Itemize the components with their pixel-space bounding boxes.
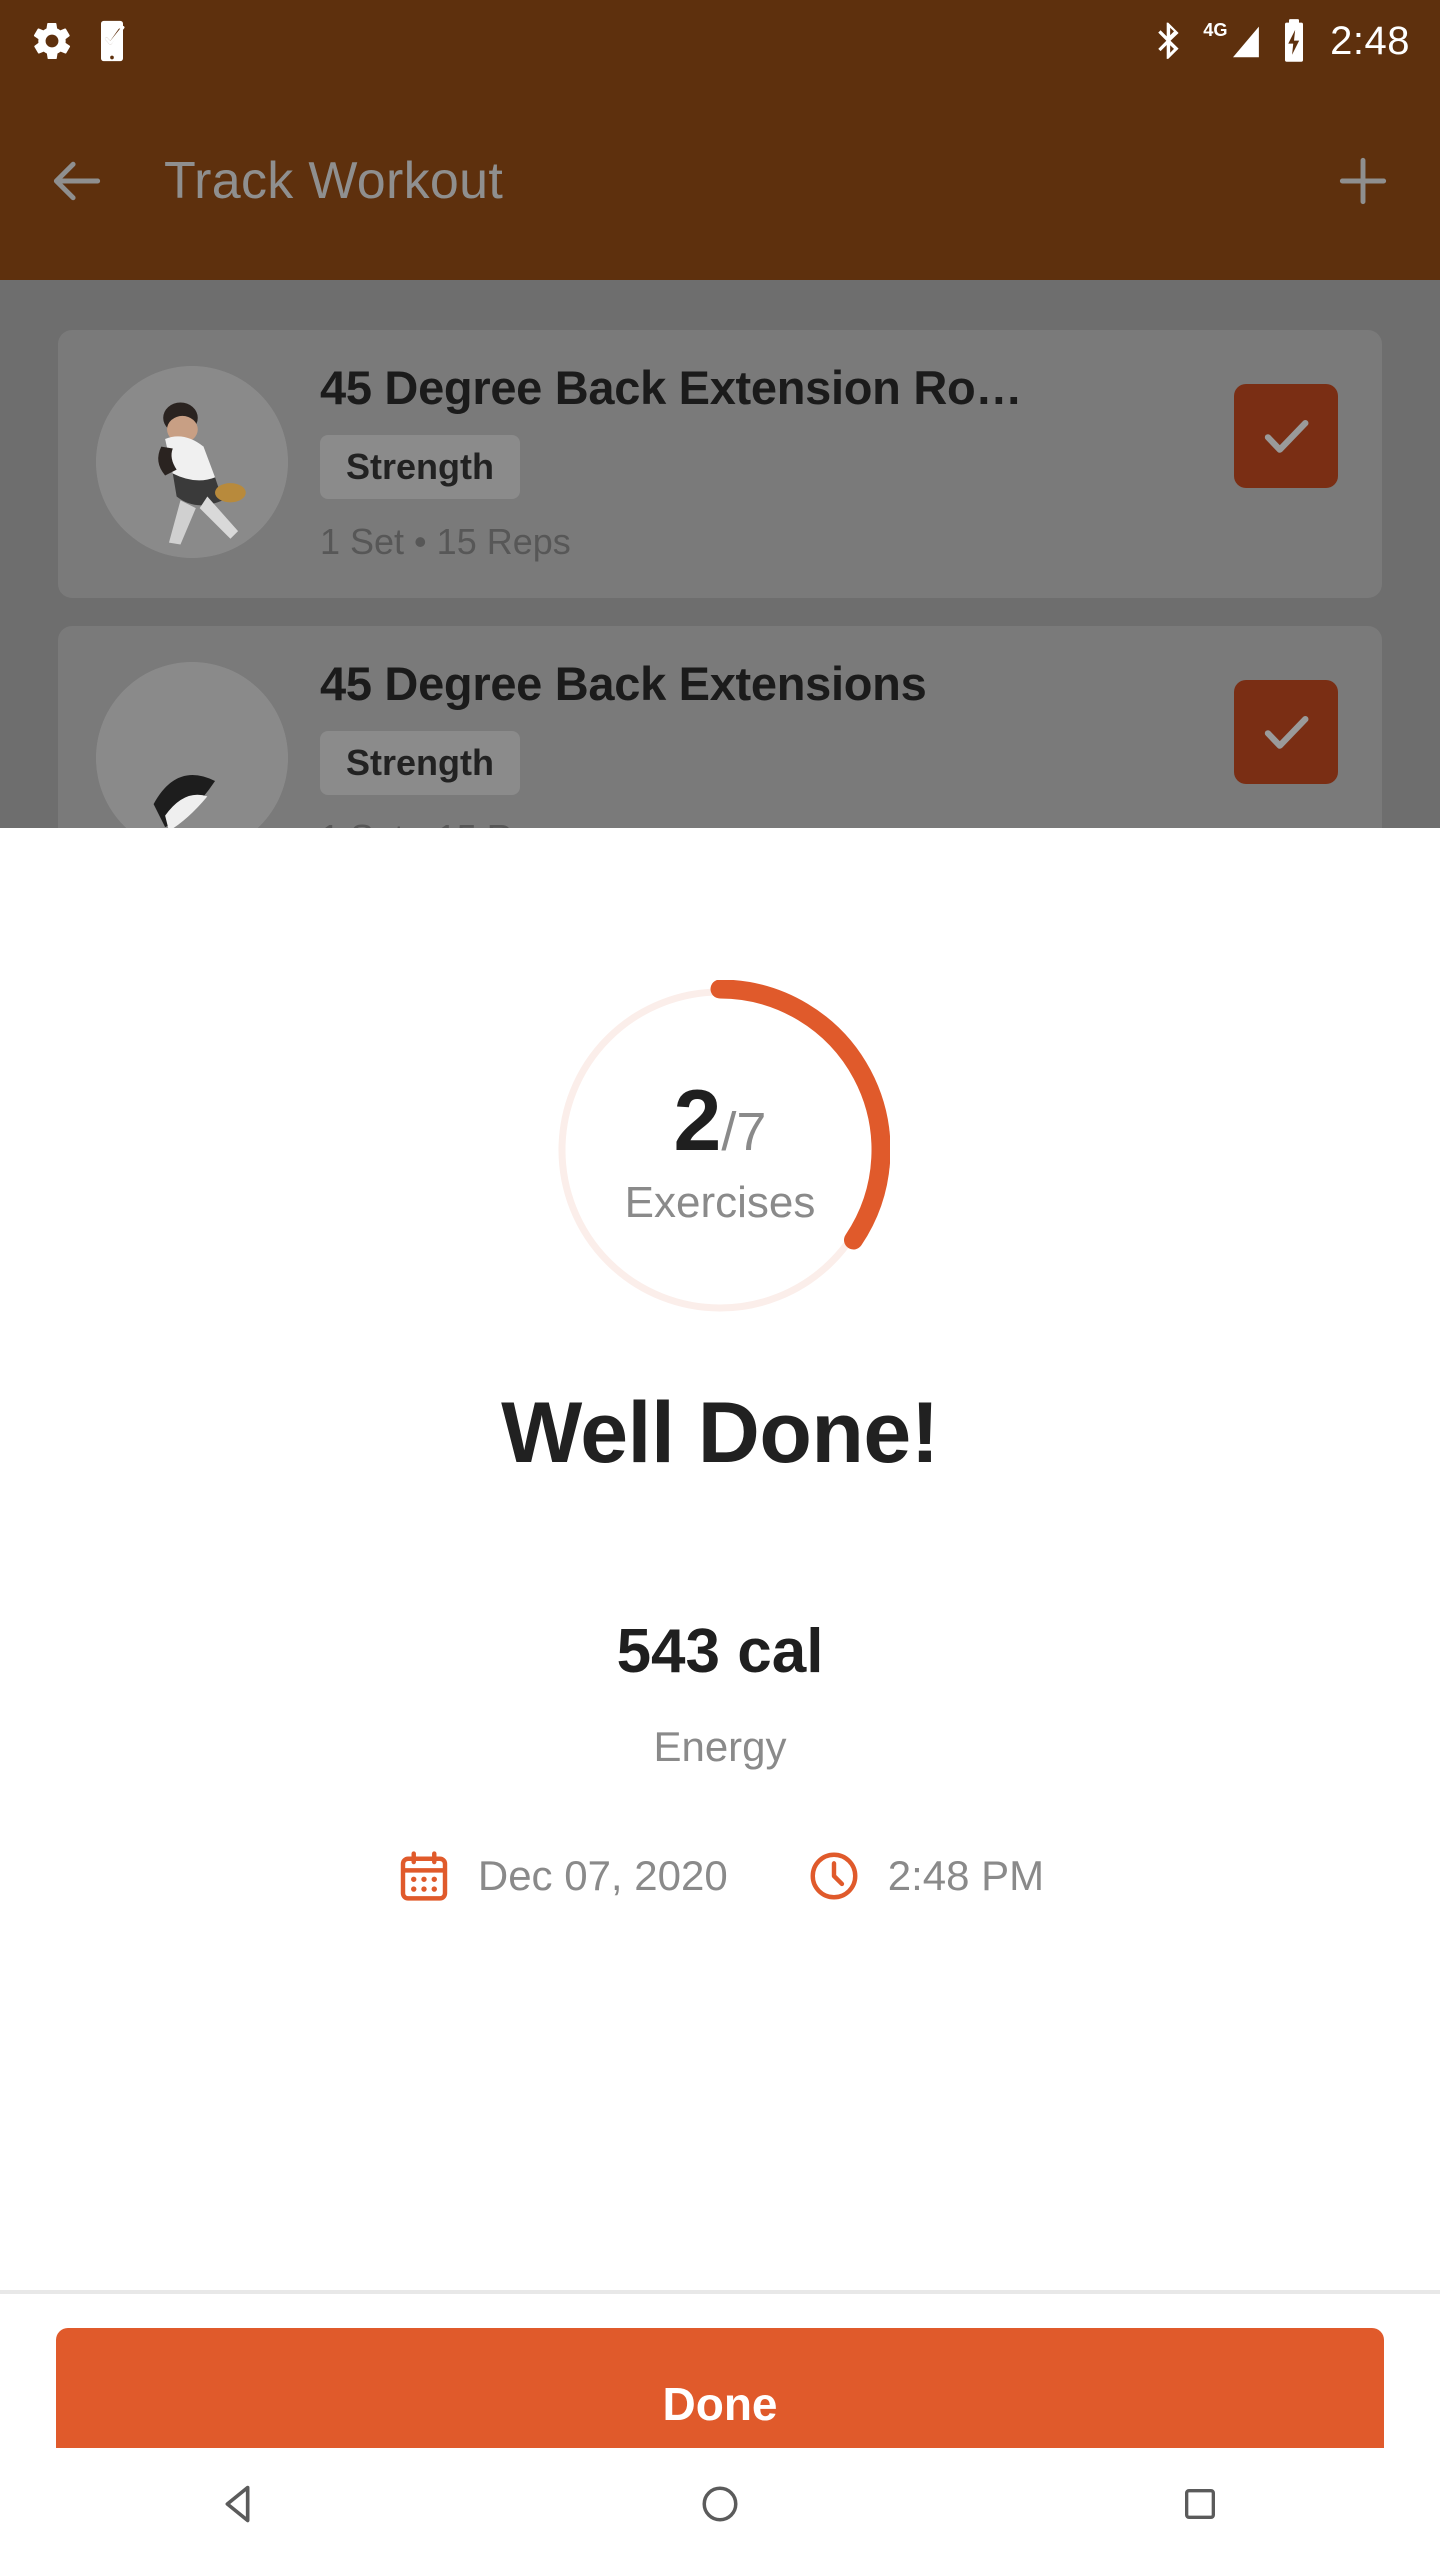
nav-back-button[interactable] — [140, 2448, 340, 2560]
battery-charging-icon — [1285, 19, 1304, 62]
arrow-left-icon[interactable] — [46, 150, 108, 212]
energy-value: 543 cal — [616, 1617, 824, 1686]
exercise-checkbox[interactable] — [1234, 384, 1338, 488]
exercise-title: 45 Degree Back Extension Ro… — [320, 361, 1023, 414]
exercises-total-count: /7 — [721, 1102, 767, 1162]
exercise-category-chip: Strength — [320, 435, 520, 499]
workout-time: 2:48 PM — [806, 1848, 1044, 1904]
workout-summary-sheet: 2 /7 Exercises Well Done! 543 cal Energy — [0, 828, 1440, 2480]
status-bar: 4G 2:48 — [0, 0, 1440, 82]
exercise-category-chip: Strength — [320, 731, 520, 795]
signal-4g-icon: 4G — [1203, 20, 1260, 58]
exercise-thumbnail — [96, 366, 288, 558]
date-text: Dec 07, 2020 — [477, 1852, 728, 1899]
square-recents-icon — [1185, 2489, 1215, 2519]
nav-recents-button[interactable] — [1100, 2448, 1300, 2560]
exercises-completed-count: 2 — [673, 1073, 722, 1169]
nav-home-button[interactable] — [620, 2448, 820, 2560]
svg-text:4G: 4G — [1203, 20, 1227, 40]
check-icon — [1264, 715, 1309, 749]
status-bar-clock: 2:48 — [1330, 18, 1410, 63]
app-screen: 4G 2:48 Track Workout 45 Degree Back Ext… — [0, 0, 1440, 2560]
exercise-title: 45 Degree Back Extensions — [320, 657, 927, 710]
clock-icon — [810, 1852, 858, 1900]
ring-count-row: 2 /7 — [674, 1078, 767, 1164]
check-icon — [1264, 419, 1309, 453]
exercise-checkbox[interactable] — [1234, 680, 1338, 784]
gear-icon — [33, 23, 71, 59]
status-bar-right-icons: 4G 2:48 — [1152, 18, 1410, 64]
energy-label: Energy — [653, 1723, 787, 1770]
page-title: Track Workout — [164, 152, 504, 210]
time-text: 2:48 PM — [887, 1852, 1045, 1899]
plus-icon[interactable] — [1332, 150, 1394, 212]
exercise-info: 45 Degree Back Extension Ro… Strength 1 … — [320, 360, 1212, 563]
app-bar: Track Workout — [0, 82, 1440, 280]
status-bar-left-icons — [30, 19, 132, 63]
exercise-sets-reps: 1 Set • 15 Reps — [320, 521, 571, 562]
android-nav-bar — [0, 2448, 1440, 2560]
ring-center-label: 2 /7 Exercises — [550, 980, 890, 1320]
circle-home-icon — [702, 2486, 738, 2522]
phone-check-icon — [101, 20, 125, 62]
ring-label: Exercises — [624, 1178, 816, 1227]
exercise-card[interactable]: 45 Degree Back Extension Ro… Strength 1 … — [58, 330, 1382, 598]
exercise-progress-ring: 2 /7 Exercises — [550, 979, 891, 1320]
exercise-thumbnail — [96, 662, 288, 854]
triangle-back-icon — [225, 2485, 250, 2523]
workout-date: Dec 07, 2020 — [396, 1848, 728, 1904]
summary-headline: Well Done! — [501, 1385, 939, 1481]
bluetooth-icon — [1158, 22, 1179, 59]
date-time-row: Dec 07, 2020 2:48 PM — [0, 1848, 1440, 1904]
calendar-icon — [400, 1851, 448, 1901]
sheet-content: 2 /7 Exercises Well Done! 543 cal Energy — [0, 828, 1440, 2290]
